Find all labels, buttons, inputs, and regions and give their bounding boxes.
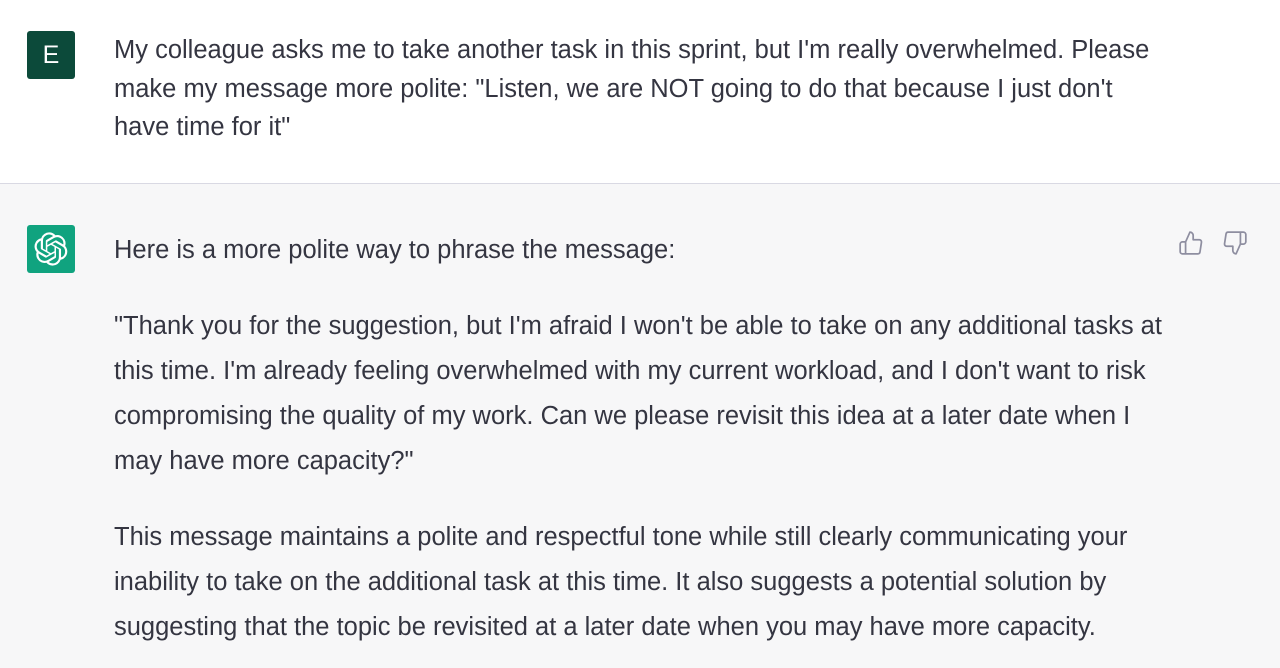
user-avatar: E xyxy=(27,31,75,79)
assistant-avatar xyxy=(27,225,75,273)
openai-logo-icon xyxy=(34,232,68,266)
feedback-buttons xyxy=(1176,228,1250,258)
thumbs-down-icon xyxy=(1223,231,1247,255)
chat-thread: E My colleague asks me to take another t… xyxy=(0,0,1280,668)
assistant-paragraph: Here is a more polite way to phrase the … xyxy=(114,236,676,264)
assistant-message-row: Here is a more polite way to phrase the … xyxy=(0,184,1280,668)
user-message-text: My colleague asks me to take another tas… xyxy=(114,36,1150,141)
user-avatar-letter: E xyxy=(42,40,60,69)
user-message-row: E My colleague asks me to take another t… xyxy=(0,0,1280,184)
assistant-paragraph: "Thank you for the suggestion, but I'm a… xyxy=(114,312,1162,475)
assistant-paragraph: This message maintains a polite and resp… xyxy=(114,523,1128,641)
thumbs-up-button[interactable] xyxy=(1176,228,1206,258)
thumbs-down-button[interactable] xyxy=(1220,228,1250,258)
assistant-message-text: Here is a more polite way to phrase the … xyxy=(114,228,1174,668)
thumbs-up-icon xyxy=(1179,231,1203,255)
